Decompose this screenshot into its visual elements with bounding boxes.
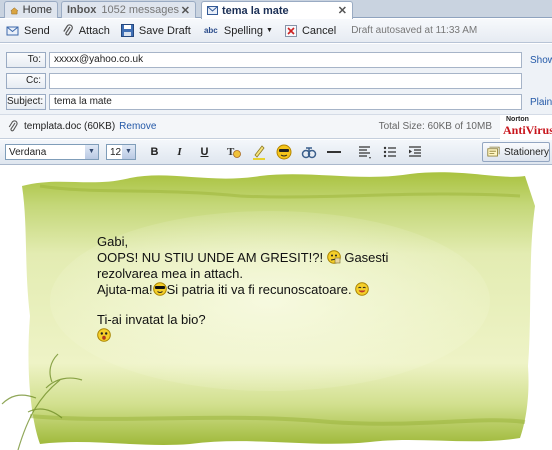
format-toolbar: Verdana ▼ 12 ▼ B I U T Stationery (0, 140, 552, 165)
norton-logo: Norton AntiVirus (500, 115, 552, 139)
paperclip-icon (8, 120, 18, 133)
compose-toolbar: Send Attach Save Draft abc Spelling ▼ Ca… (0, 19, 552, 43)
tab-inbox-label: Inbox (67, 4, 97, 16)
attachment-name: templata.doc (60KB) (24, 121, 116, 132)
spelling-label: Spelling (223, 24, 263, 37)
tab-compose[interactable]: tema la mate ✕ (201, 1, 353, 19)
tab-home-label: Home (22, 4, 52, 16)
chevron-down-icon: ▼ (85, 145, 98, 159)
cancel-icon (284, 24, 298, 38)
to-row: To: xxxxx@yahoo.co.uk Show BCC (6, 52, 552, 68)
text-color-icon: T (227, 146, 241, 158)
stationery-icon (487, 146, 500, 157)
underline-button[interactable]: U (195, 143, 214, 161)
highlight-button[interactable] (249, 143, 268, 161)
cancel-label: Cancel (301, 24, 337, 37)
thinking-emoticon-icon (326, 250, 341, 264)
close-icon[interactable]: ✕ (338, 4, 347, 17)
norton-top: Norton (506, 116, 529, 123)
cc-label[interactable]: Cc: (6, 73, 46, 89)
size-select-value: 12 (110, 146, 122, 158)
floppy-icon (121, 24, 135, 38)
message-line: Ajuta-ma! Si patria iti va fi recunoscato… (97, 282, 388, 298)
attach-label: Attach (78, 24, 110, 37)
emoticon-button[interactable] (274, 143, 293, 161)
emoticon-line (97, 328, 388, 344)
horizontal-rule-icon (326, 151, 341, 153)
chevron-down-icon: ▼ (266, 27, 273, 34)
size-select[interactable]: 12 ▼ (106, 144, 136, 160)
horizontal-rule-button[interactable] (324, 143, 343, 161)
bullet-list-button[interactable] (380, 143, 399, 161)
cc-field[interactable] (49, 73, 522, 89)
tab-home[interactable]: Home (4, 1, 58, 18)
send-button[interactable]: Send (6, 24, 50, 38)
cc-row: Cc: (6, 73, 552, 89)
save-draft-label: Save Draft (138, 24, 191, 37)
stationery-button[interactable]: Stationery (482, 142, 550, 162)
surprised-emoticon-icon (97, 328, 111, 342)
to-label[interactable]: To: (6, 52, 46, 68)
show-bcc-link[interactable]: Show BCC (530, 55, 552, 66)
message-text[interactable]: Gabi, OOPS! NU STIU UNDE AM GRESIT!?! Ga… (97, 234, 388, 344)
subject-row: Subject: tema la mate Plain Text (6, 94, 552, 110)
highlighter-icon (252, 145, 265, 160)
font-select-value: Verdana (9, 146, 47, 158)
link-icon (301, 147, 316, 159)
cool-emoticon-icon (152, 282, 167, 296)
plain-text-link[interactable]: Plain Text (530, 97, 552, 108)
envelope-icon (207, 6, 218, 15)
send-icon (6, 24, 20, 38)
to-field[interactable]: xxxxx@yahoo.co.uk (49, 52, 522, 68)
insert-link-button[interactable] (299, 143, 318, 161)
chevron-down-icon: ▼ (122, 145, 135, 159)
autosave-status: Draft autosaved at 11:33 AM (351, 25, 478, 36)
italic-button[interactable]: I (170, 143, 189, 161)
spellcheck-icon: abc (203, 26, 218, 35)
cancel-button[interactable]: Cancel (284, 24, 336, 38)
message-line: rezolvarea mea in attach. (97, 266, 243, 281)
greeting-line: Gabi, (97, 234, 129, 249)
bullet-list-icon (383, 146, 396, 158)
message-line: OOPS! NU STIU UNDE AM GRESIT!?! Gasesti (97, 250, 389, 265)
font-select[interactable]: Verdana ▼ (5, 144, 99, 160)
question-line: Ti-ai invatat la bio? (97, 312, 206, 327)
emoticon-icon (276, 144, 291, 160)
norton-brand: AntiVirus (503, 123, 552, 137)
inbox-count: 1052 messages (101, 4, 180, 16)
align-left-icon (358, 146, 371, 159)
total-size: Total Size: 60KB of 10MB (378, 121, 492, 132)
tab-compose-label: tema la mate (222, 4, 289, 17)
subject-label: Subject: (6, 94, 46, 110)
subject-field[interactable]: tema la mate (49, 94, 522, 110)
remove-attachment-link[interactable]: Remove (119, 121, 156, 132)
tab-bar: Home Inbox 1052 messages ✕ tema la mate … (0, 0, 552, 19)
bold-button[interactable]: B (145, 143, 164, 161)
spelling-button[interactable]: abc Spelling ▼ (202, 24, 273, 38)
home-icon (10, 6, 19, 14)
message-body[interactable]: Gabi, OOPS! NU STIU UNDE AM GRESIT!?! Ga… (0, 166, 552, 450)
attachment-bar: templata.doc (60KB) Remove Total Size: 6… (0, 114, 552, 139)
stationery-label: Stationery (503, 146, 549, 158)
tab-inbox[interactable]: Inbox 1052 messages ✕ (61, 1, 196, 18)
smile-emoticon-icon (355, 282, 370, 296)
text-color-button[interactable]: T (224, 143, 243, 161)
paperclip-icon (61, 23, 75, 38)
attach-button[interactable]: Attach (61, 23, 110, 38)
indent-icon (408, 146, 421, 157)
send-label: Send (24, 24, 50, 37)
message-header: To: xxxxx@yahoo.co.uk Show BCC Cc: Subje… (0, 44, 552, 114)
close-icon[interactable]: ✕ (181, 4, 190, 17)
save-draft-button[interactable]: Save Draft (121, 24, 191, 38)
align-button[interactable] (355, 143, 374, 161)
indent-button[interactable] (405, 143, 424, 161)
